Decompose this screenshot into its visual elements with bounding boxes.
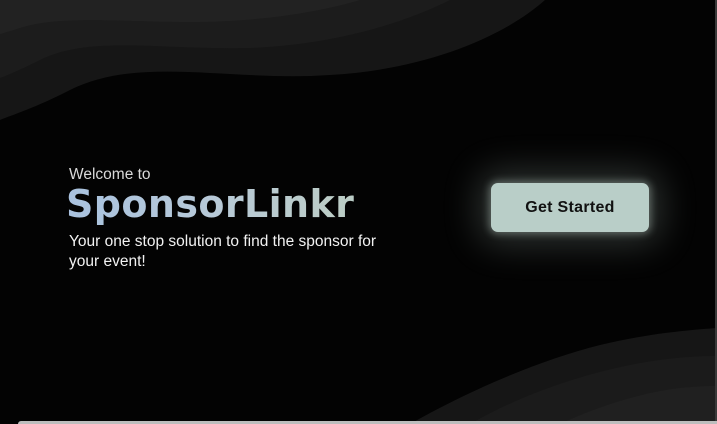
hero-section: Welcome to SponsorLinkr Your one stop so… [66,166,426,272]
landing-page: Welcome to SponsorLinkr Your one stop so… [0,0,717,424]
brand-title: SponsorLinkr [66,182,426,226]
tagline-text: Your one stop solution to find the spons… [69,233,377,270]
get-started-button[interactable]: Get Started [491,183,649,232]
